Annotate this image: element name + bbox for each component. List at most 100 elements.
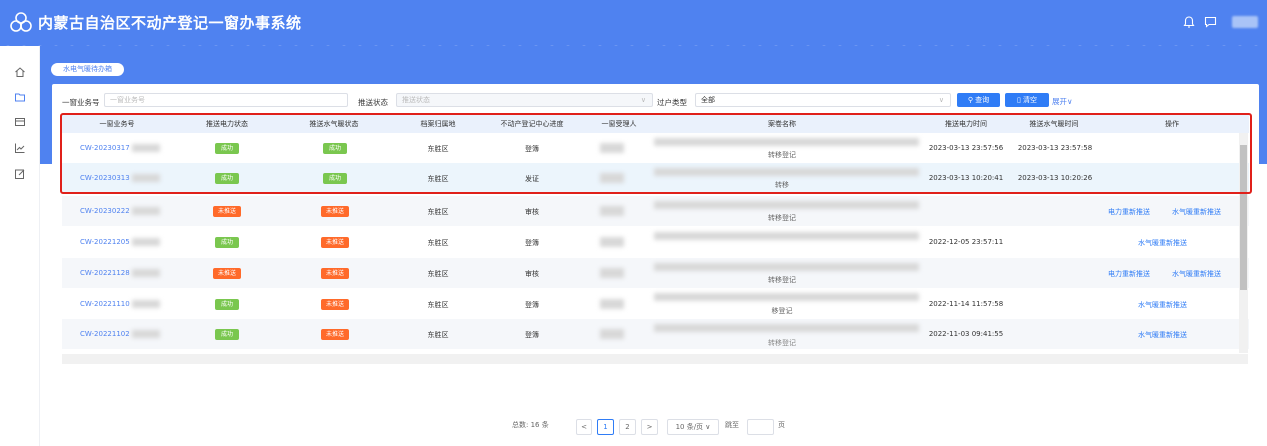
- edit-icon[interactable]: [14, 168, 26, 180]
- business-no-link[interactable]: CW-20230313: [80, 174, 130, 182]
- redacted-code: [132, 269, 160, 277]
- col-actions: 操作: [1165, 120, 1179, 128]
- search-button-label: 查询: [975, 96, 990, 104]
- water-status-badge: 未推送: [321, 299, 349, 310]
- col-case-name: 案卷名称: [768, 120, 796, 128]
- bell-icon[interactable]: [1182, 15, 1196, 29]
- col-water-time: 推送水气暖时间: [1029, 120, 1079, 128]
- power-status-badge: 成功: [215, 173, 239, 184]
- business-no-input[interactable]: 一窗业务号: [104, 93, 348, 107]
- redacted-handler: [600, 173, 624, 183]
- archive-location: 东胜区: [427, 301, 449, 309]
- progress-status: 审核: [525, 270, 539, 278]
- page-size-select[interactable]: 10 条/页 ∨: [667, 419, 719, 435]
- page-unit-label: 页: [778, 421, 785, 429]
- table-row: CW-20221128 未推送 未推送 东胜区 审核 转移登记 电力重新推送 水…: [62, 258, 1249, 288]
- total-count: 总数: 16 条: [512, 420, 549, 436]
- redacted-handler: [600, 237, 624, 247]
- clear-button[interactable]: ▯ 清空: [1005, 93, 1049, 107]
- folder-icon[interactable]: [14, 91, 26, 103]
- table-row: CW-20230222 未推送 未推送 东胜区 审核 转移登记 电力重新推送 水…: [62, 196, 1249, 226]
- power-status-badge: 成功: [215, 143, 239, 154]
- chevron-down-icon: ∨: [640, 96, 646, 104]
- app-title: 内蒙古自治区不动产登记一窗办事系统: [38, 14, 302, 32]
- water-status-badge: 成功: [323, 143, 347, 154]
- redacted-case-name: [654, 168, 919, 176]
- chevron-down-icon: ∨: [938, 96, 944, 104]
- power-status-badge: 成功: [215, 299, 239, 310]
- water-repush-link[interactable]: 水气暖重新推送: [1138, 300, 1187, 310]
- redacted-case-name: [654, 324, 919, 332]
- search-button[interactable]: ⚲ 查询: [957, 93, 1000, 107]
- col-power-time: 推送电力时间: [945, 120, 987, 128]
- chart-icon[interactable]: [14, 142, 26, 154]
- message-icon[interactable]: [1204, 16, 1217, 28]
- progress-status: 审核: [525, 208, 539, 216]
- water-push-time: 2023-03-13 23:57:58: [1017, 144, 1093, 152]
- business-no-link[interactable]: CW-20230222: [80, 207, 130, 215]
- water-repush-link[interactable]: 水气暖重新推送: [1138, 330, 1187, 340]
- water-repush-link[interactable]: 水气暖重新推送: [1172, 207, 1221, 217]
- sidebar: [0, 46, 40, 446]
- progress-status: 登簿: [525, 301, 539, 309]
- next-page-button[interactable]: >: [641, 419, 658, 435]
- redacted-code: [132, 330, 160, 338]
- tab-utility-todo[interactable]: 水电气暖待办箱: [51, 63, 124, 76]
- water-repush-link[interactable]: 水气暖重新推送: [1172, 269, 1221, 279]
- business-no-link[interactable]: CW-20230317: [80, 144, 130, 152]
- archive-location: 东胜区: [427, 175, 449, 183]
- business-no-link[interactable]: CW-20221128: [80, 269, 130, 277]
- redacted-case-name: [654, 138, 919, 146]
- expand-link[interactable]: 展开∨: [1052, 96, 1073, 107]
- case-name-suffix: 转移登记: [768, 339, 796, 347]
- redacted-handler: [600, 206, 624, 216]
- power-repush-link[interactable]: 电力重新推送: [1108, 207, 1150, 217]
- page-1-button[interactable]: 1: [597, 419, 614, 435]
- total-label: 总数:: [512, 421, 529, 429]
- power-status-badge: 未推送: [213, 206, 241, 217]
- table-row: CW-20221102 成功 未推送 东胜区 登簿 转移登记 2022-11-0…: [62, 319, 1249, 349]
- redacted-case-name: [654, 232, 919, 240]
- power-repush-link[interactable]: 电力重新推送: [1108, 269, 1150, 279]
- chevron-down-icon: ∨: [705, 423, 711, 431]
- col-water-status: 推送水气暖状态: [309, 120, 359, 128]
- business-no-link[interactable]: CW-20221110: [80, 300, 130, 308]
- card-icon[interactable]: [14, 116, 26, 128]
- table-row: CW-20230317 成功 成功 东胜区 登簿 转移登记 2023-03-13…: [62, 133, 1249, 163]
- goto-page-input[interactable]: [747, 419, 774, 435]
- home-icon[interactable]: [14, 66, 26, 78]
- data-table: 一窗业务号 推送电力状态 推送水气暖状态 档案归属地 不动产登记中心进度 一窗受…: [62, 113, 1249, 365]
- water-status-badge: 未推送: [321, 206, 349, 217]
- business-no-link[interactable]: CW-20221102: [80, 330, 130, 338]
- power-status-badge: 成功: [215, 329, 239, 340]
- scrollbar-thumb[interactable]: [1240, 145, 1247, 290]
- power-status-badge: 未推送: [213, 268, 241, 279]
- transfer-type-select[interactable]: 全部 ∨: [695, 93, 951, 107]
- push-status-select[interactable]: 推送状态 ∨: [396, 93, 653, 107]
- prev-page-button[interactable]: <: [576, 419, 592, 435]
- power-push-time: 2022-11-14 11:57:58: [928, 300, 1004, 308]
- page-2-button[interactable]: 2: [619, 419, 636, 435]
- business-no-link[interactable]: CW-20221205: [80, 238, 130, 246]
- table-header: 一窗业务号 推送电力状态 推送水气暖状态 档案归属地 不动产登记中心进度 一窗受…: [62, 113, 1249, 133]
- progress-status: 登簿: [525, 239, 539, 247]
- total-value: 16 条: [530, 421, 549, 429]
- redacted-code: [132, 144, 160, 152]
- vertical-scrollbar[interactable]: [1239, 133, 1248, 353]
- col-business-no: 一窗业务号: [99, 120, 135, 128]
- redacted-code: [132, 174, 160, 182]
- power-push-time: 2023-03-13 23:57:56: [928, 144, 1004, 152]
- water-repush-link[interactable]: 水气暖重新推送: [1138, 238, 1187, 248]
- case-name-suffix: 转移登记: [768, 214, 796, 222]
- push-status-placeholder: 推送状态: [402, 96, 430, 104]
- redacted-case-name: [654, 263, 919, 271]
- horizontal-scrollbar[interactable]: [62, 354, 1248, 364]
- user-avatar[interactable]: [1232, 16, 1258, 28]
- col-archive: 档案归属地: [420, 120, 456, 128]
- water-status-badge: 未推送: [321, 268, 349, 279]
- redacted-code: [132, 238, 160, 246]
- col-power-status: 推送电力状态: [206, 120, 248, 128]
- redacted-case-name: [654, 293, 919, 301]
- redacted-code: [132, 207, 160, 215]
- logo-icon: [10, 12, 32, 32]
